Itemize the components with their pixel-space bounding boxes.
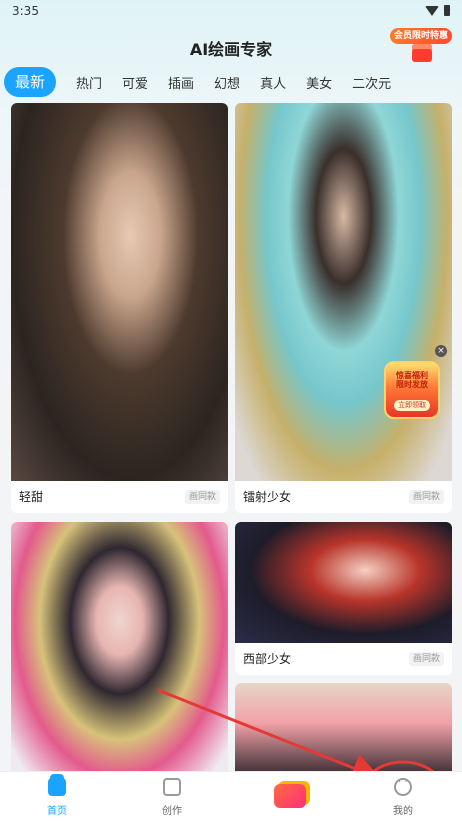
bottom-navigation: 首页 创作 我的: [0, 771, 462, 823]
profile-icon: [394, 777, 412, 796]
annotation-overlay: [157, 688, 446, 823]
nav-home-label: 首页: [47, 806, 67, 817]
nav-create-label: 创作: [162, 806, 182, 817]
nav-home[interactable]: 首页: [27, 774, 87, 817]
nav-profile[interactable]: 我的: [373, 777, 433, 817]
gift-icon[interactable]: [274, 784, 306, 808]
nav-profile-label: 我的: [393, 806, 413, 817]
home-icon: [48, 774, 66, 796]
create-icon: [163, 778, 181, 796]
nav-create[interactable]: 创作: [142, 778, 202, 817]
annotation-arrow: [157, 688, 382, 783]
